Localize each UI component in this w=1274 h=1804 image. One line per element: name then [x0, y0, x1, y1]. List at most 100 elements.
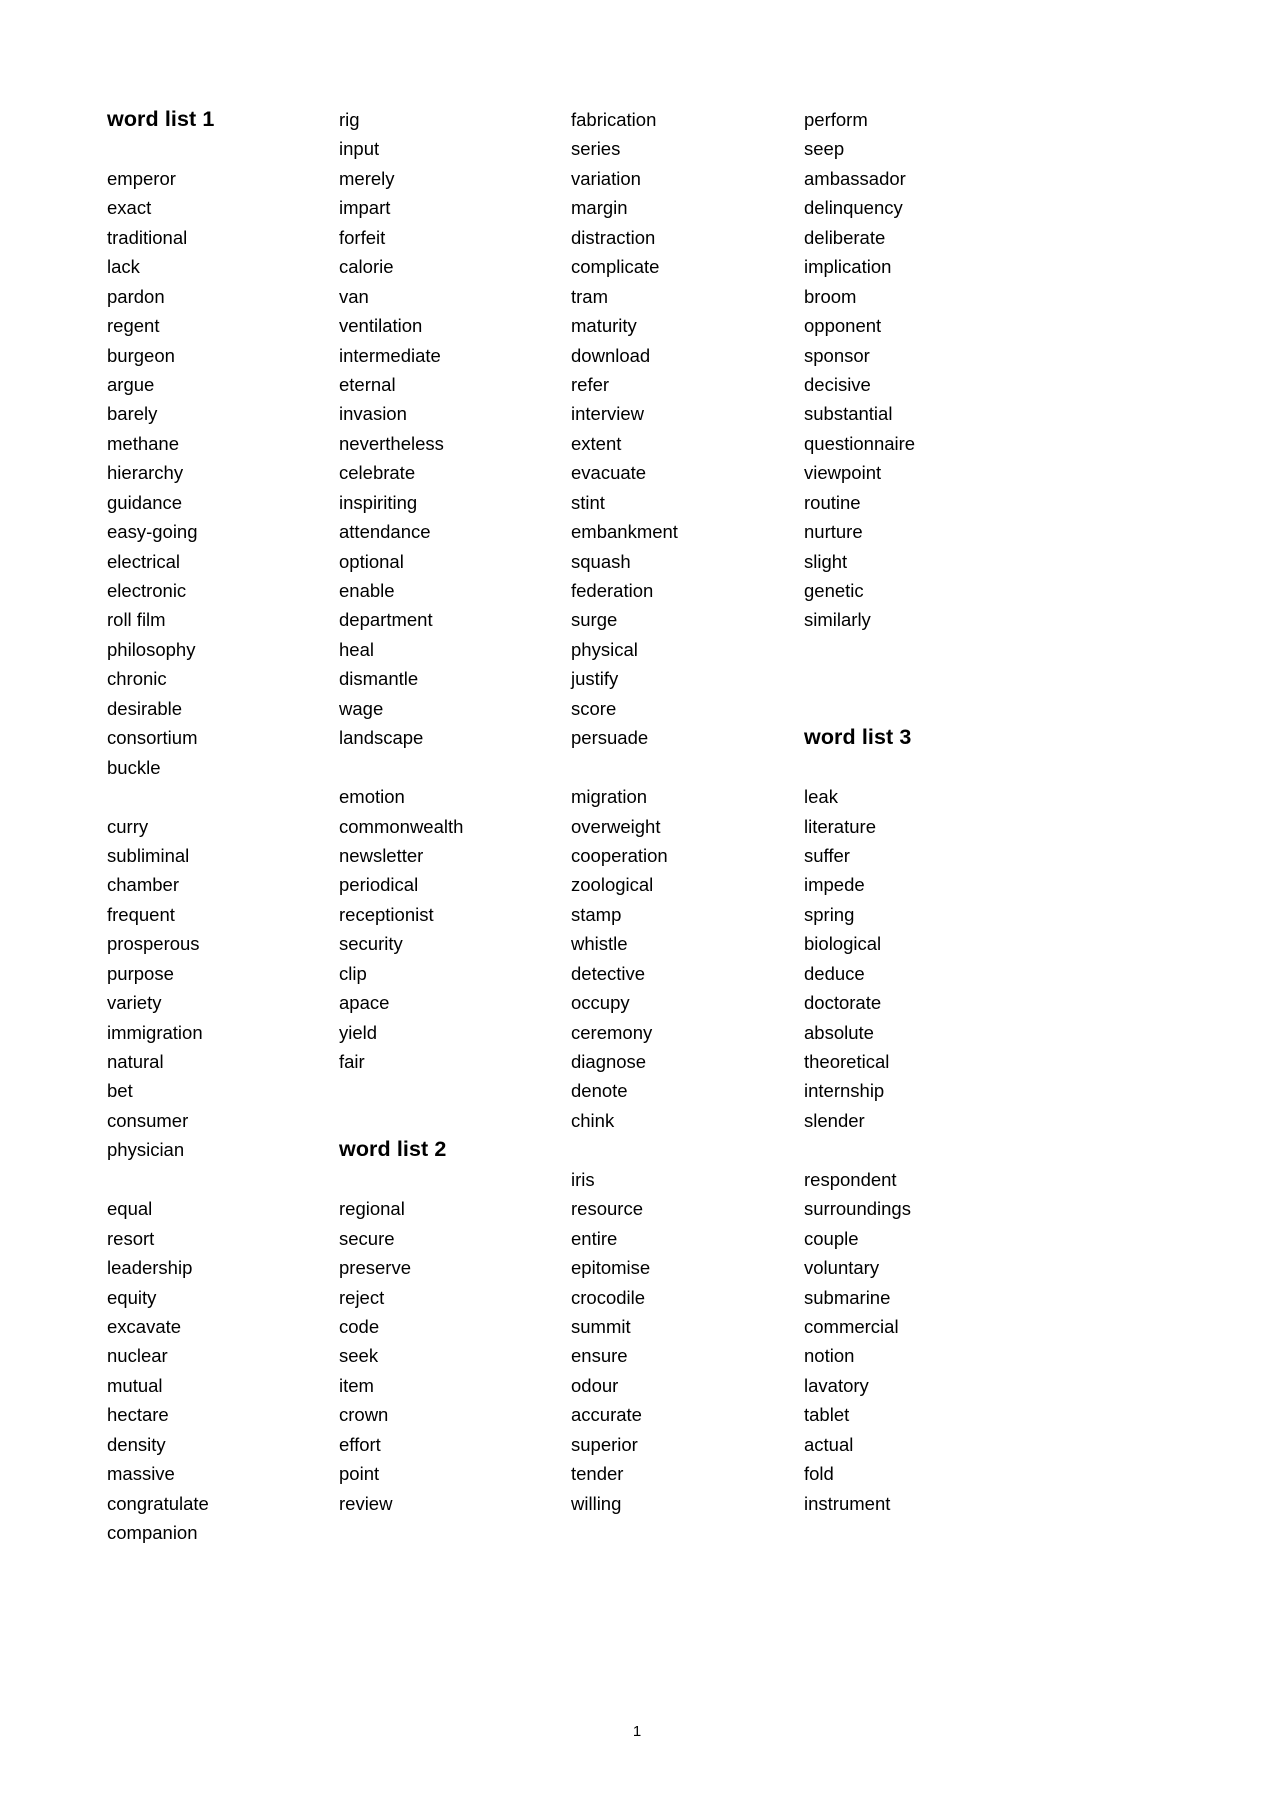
word-item: impede [804, 874, 865, 896]
word-item: point [339, 1463, 380, 1485]
word-item: embankment [571, 521, 678, 543]
word-item: easy-going [107, 521, 198, 543]
word-item: slight [804, 550, 848, 572]
word-item: implication [804, 256, 892, 278]
word-item: impart [339, 197, 391, 219]
word-item: optional [339, 550, 404, 572]
word-item: theoretical [804, 1051, 890, 1072]
word-item: celebrate [339, 462, 416, 484]
word-item: department [339, 609, 433, 631]
word-item: hierarchy [107, 462, 184, 484]
page-number: 1 [632, 1723, 642, 1740]
word-item: electrical [107, 550, 180, 572]
word-item: traditional [107, 226, 188, 248]
word-item: item [339, 1374, 374, 1396]
word-item: desirable [107, 697, 183, 719]
word-item: burgeon [107, 344, 175, 366]
word-item: natural [107, 1051, 164, 1072]
word-item: invasion [339, 403, 407, 425]
word-item: spring [804, 903, 855, 925]
word-item: guidance [107, 491, 183, 513]
word-item: companion [107, 1522, 198, 1543]
word-item: persuade [571, 727, 649, 749]
word-item: variety [107, 992, 162, 1014]
word-item: crocodile [571, 1286, 646, 1308]
word-item: buckle [107, 756, 161, 778]
word-item: diagnose [571, 1051, 647, 1072]
word-item: crown [339, 1404, 389, 1426]
word-item: seek [339, 1345, 379, 1367]
word-item: commonwealth [339, 815, 464, 837]
word-item: chronic [107, 668, 167, 690]
word-item: voluntary [804, 1257, 880, 1279]
word-item: respondent [804, 1168, 897, 1190]
word-item: surroundings [804, 1198, 911, 1220]
word-item: density [107, 1433, 166, 1455]
word-item: seep [804, 138, 845, 160]
word-item: migration [571, 786, 648, 808]
word-item: fold [804, 1463, 834, 1485]
word-item: subliminal [107, 844, 190, 866]
word-item: emperor [107, 167, 176, 189]
word-item: absolute [804, 1021, 874, 1043]
word-item: broom [804, 285, 857, 307]
word-item: commercial [804, 1315, 899, 1337]
word-item: routine [804, 491, 861, 513]
word-item: consortium [107, 727, 198, 749]
word-item: forfeit [339, 226, 386, 248]
word-item: lack [107, 256, 140, 278]
word-item: emotion [339, 786, 405, 808]
word-item: frequent [107, 903, 175, 925]
word-item: enable [339, 580, 395, 601]
word-item: epitomise [571, 1257, 651, 1279]
word-item: deliberate [804, 226, 886, 248]
word-item: chink [571, 1109, 615, 1131]
word-item: resort [107, 1227, 155, 1249]
word-item: overweight [571, 815, 661, 837]
word-item: extent [571, 432, 622, 454]
word-item: periodical [339, 874, 419, 896]
word-item: newsletter [339, 844, 424, 866]
word-item: refer [571, 373, 610, 395]
word-item: biological [804, 933, 882, 955]
word-item: physician [107, 1139, 185, 1161]
word-item: mutual [107, 1374, 163, 1396]
word-item: regional [339, 1198, 405, 1220]
word-item: download [571, 344, 651, 366]
word-item: bet [107, 1080, 133, 1102]
word-item: doctorate [804, 992, 882, 1014]
word-item: equity [107, 1286, 157, 1308]
word-item: curry [107, 815, 149, 837]
word-item: receptionist [339, 903, 434, 925]
word-item: nevertheless [339, 432, 444, 454]
word-item: instrument [804, 1492, 891, 1514]
word-item: leak [804, 786, 838, 808]
word-item: argue [107, 373, 155, 395]
word-item: secure [339, 1227, 395, 1249]
word-item: odour [571, 1374, 619, 1396]
word-item: dismantle [339, 668, 419, 690]
word-item: immigration [107, 1021, 203, 1043]
word-item: perform [804, 109, 868, 130]
word-item: substantial [804, 403, 893, 425]
word-item: lavatory [804, 1374, 869, 1396]
word-item: sponsor [804, 344, 870, 366]
word-item: regent [107, 315, 160, 337]
word-item: surge [571, 609, 618, 631]
word-item: stamp [571, 903, 622, 925]
word-item: rig [339, 109, 360, 130]
word-list-columns: word list 1 emperor exact traditional lack pa… [107, 105, 1167, 1547]
word-item: ceremony [571, 1021, 653, 1043]
word-list-heading: word list 1 [107, 107, 215, 131]
word-item: methane [107, 432, 179, 454]
word-item: purpose [107, 962, 174, 984]
word-item: deduce [804, 962, 865, 984]
word-item: actual [804, 1433, 854, 1455]
word-item: landscape [339, 727, 424, 749]
word-item: series [571, 138, 621, 160]
